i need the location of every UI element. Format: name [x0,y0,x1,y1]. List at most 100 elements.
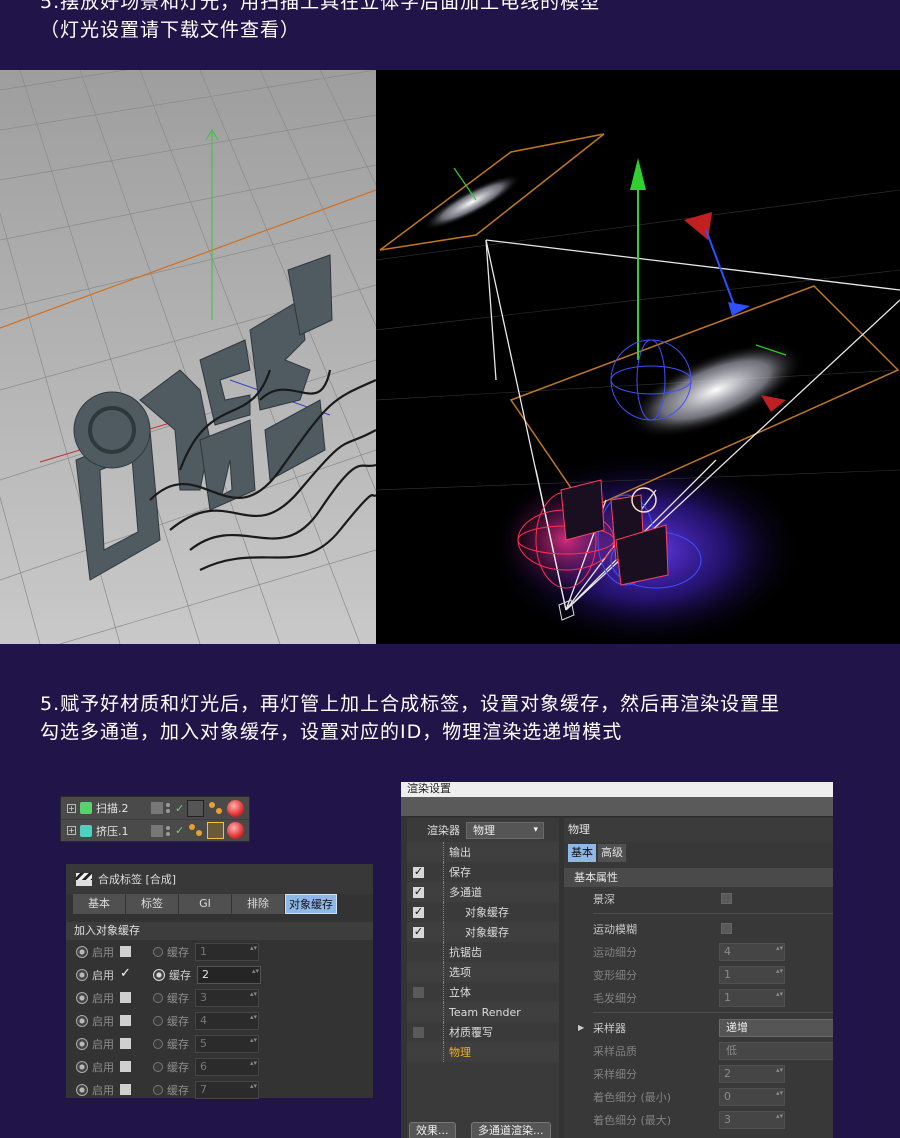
object-row-extrude[interactable]: + 挤压.1 ✓ [61,819,249,841]
buffer-radio[interactable] [153,1038,163,1049]
step-text-top: 5.摆放好场景和灯光，用扫描工具在立体字后面加上电线的模型 （灯光设置请下载文件… [40,0,600,44]
compositing-dots-tag-icon[interactable] [207,800,224,817]
render-settings-item[interactable]: ✓ 对象缓存 [407,902,559,922]
tree-expand-icon[interactable]: + [67,826,76,835]
buffer-id-field[interactable]: 6 [195,1057,259,1076]
enable-checkbox[interactable] [120,1084,131,1095]
buffer-id-field[interactable]: 3 [195,988,259,1007]
enable-checkbox[interactable] [120,946,131,957]
enable-radio[interactable] [76,968,88,981]
clapboard-tag-icon[interactable] [207,822,225,839]
material-tag-icon[interactable] [227,799,245,817]
buffer-radio[interactable] [153,1061,163,1072]
viewport-lights[interactable] [376,70,900,644]
render-settings-item-label: 立体 [449,986,471,999]
viewport-perspective[interactable] [0,70,376,644]
enable-checkbox[interactable] [120,1015,131,1026]
buffer-row: 启用 缓存 5 [66,1032,373,1055]
buffer-id-field[interactable]: 2 [197,965,261,984]
render-settings-item[interactable]: 材质覆写 [407,1022,559,1042]
clapboard-tag-icon[interactable] [187,799,205,817]
tab-object-buffer[interactable]: 对象缓存 [285,894,337,914]
shading-subdiv-min-field[interactable]: 0 [719,1087,785,1106]
object-name[interactable]: 扫描.2 [96,800,151,816]
enable-radio[interactable] [76,1083,88,1096]
tab-advanced[interactable]: 高级 [598,844,626,862]
item-checkbox[interactable] [413,986,424,998]
item-checkbox-checked[interactable]: ✓ [413,906,424,918]
motion-blur-checkbox[interactable] [721,923,732,934]
enable-radio[interactable] [76,991,88,1004]
extrude-icon [80,824,92,837]
shading-subdiv-min-row: 着色细分 (最小) 0 [564,1085,833,1108]
tree-expand-icon[interactable]: + [67,803,76,813]
sampling-quality-select[interactable]: 低 [719,1041,833,1060]
layer-icon[interactable] [151,824,163,837]
buffer-radio[interactable] [153,1084,163,1095]
enable-radio[interactable] [76,1014,88,1027]
buffer-radio[interactable] [153,946,163,957]
tree-line [443,862,444,882]
tab-gi[interactable]: GI [179,894,231,914]
tree-line [443,942,444,962]
enable-checkbox[interactable] [120,1038,131,1049]
sampling-subdiv-field[interactable]: 2 [719,1064,785,1083]
item-checkbox[interactable] [413,1026,424,1038]
renderer-select[interactable]: 物理 [466,821,544,839]
material-tag-icon[interactable] [227,822,245,839]
shading-subdiv-max-field[interactable]: 3 [719,1110,785,1129]
enable-radio[interactable] [76,1060,88,1073]
tree-line [443,982,444,1002]
compositing-dots-tag-icon[interactable] [187,822,204,839]
multipass-render-button[interactable]: 多通道渲染... [471,1122,551,1138]
render-settings-item[interactable]: 物理 [407,1042,559,1062]
depth-of-field-checkbox[interactable] [721,893,732,904]
render-settings-item[interactable]: 选项 [407,962,559,982]
motion-subdiv-field[interactable]: 4 [719,942,785,961]
render-settings-item[interactable]: ✓ 对象缓存 [407,922,559,942]
render-settings-item[interactable]: ✓ 多通道 [407,882,559,902]
item-checkbox-checked[interactable]: ✓ [413,886,424,898]
tab-basic[interactable]: 基本 [73,894,125,914]
visibility-dots-icon[interactable] [166,802,172,814]
render-settings-item-label: 对象缓存 [465,926,509,939]
layer-icon[interactable] [151,802,163,814]
render-settings-item[interactable]: 抗锯齿 [407,942,559,962]
effects-button[interactable]: 效果... [409,1122,456,1138]
buffer-id-field[interactable]: 5 [195,1034,259,1053]
buffer-label: 缓存 [167,1037,189,1051]
render-settings-item[interactable]: Team Render [407,1002,559,1022]
tab-tag[interactable]: 标签 [126,894,178,914]
tab-exclude[interactable]: 排除 [232,894,284,914]
expand-arrow-icon[interactable]: ▶ [578,1023,584,1032]
buffer-radio[interactable] [153,968,165,981]
enable-radio[interactable] [76,1037,88,1050]
enabled-check-icon[interactable]: ✓ [175,824,184,837]
render-settings-item[interactable]: 立体 [407,982,559,1002]
enable-checkbox-checked[interactable]: ✓ [120,967,131,980]
hair-subdiv-field[interactable]: 1 [719,988,785,1007]
deform-subdiv-field[interactable]: 1 [719,965,785,984]
buffer-radio[interactable] [153,1015,163,1026]
compositing-tag-panel: 合成标签 [合成] 基本 标签 GI 排除 对象缓存 加入对象缓存 启用 缓存 … [66,864,373,1099]
buffer-row: 启用 缓存 4 [66,1009,373,1032]
enabled-check-icon[interactable]: ✓ [175,802,184,815]
render-settings-item[interactable]: 输出 [407,842,559,862]
sampler-select[interactable]: 递增 [719,1018,833,1037]
enable-checkbox[interactable] [120,1061,131,1072]
section-physical-title: 物理 [564,818,833,842]
object-name[interactable]: 挤压.1 [96,823,151,839]
item-checkbox-checked[interactable]: ✓ [413,866,424,878]
render-settings-item[interactable]: ✓ 保存 [407,862,559,882]
buffer-id-field[interactable]: 7 [195,1080,259,1099]
sampling-subdiv-label: 采样细分 [593,1067,637,1081]
buffer-id-field[interactable]: 1 [195,942,259,961]
enable-checkbox[interactable] [120,992,131,1003]
visibility-dots-icon[interactable] [166,825,172,837]
enable-radio[interactable] [76,945,88,958]
item-checkbox-checked[interactable]: ✓ [413,926,424,938]
buffer-radio[interactable] [153,992,163,1003]
tab-basic[interactable]: 基本 [568,844,596,862]
buffer-id-field[interactable]: 4 [195,1011,259,1030]
object-row-sweep[interactable]: + 扫描.2 ✓ [61,797,249,819]
